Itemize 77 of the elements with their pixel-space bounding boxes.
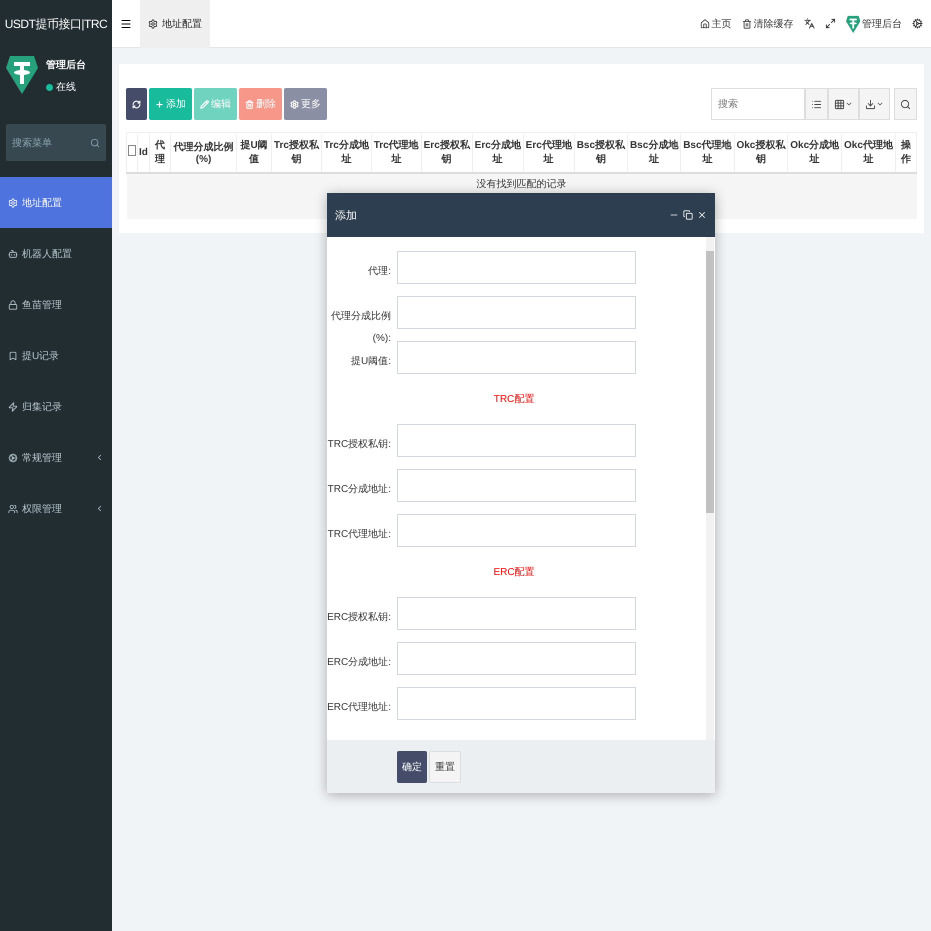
close-icon[interactable]	[697, 210, 707, 220]
menu-item-icon	[8, 300, 18, 310]
menu-item-icon	[8, 402, 18, 412]
delete-icon	[245, 100, 254, 108]
field-label: ERC代理地址:	[327, 700, 391, 715]
field-label: ERC授权私钥:	[327, 610, 391, 625]
sidebar-item[interactable]: 权限管理	[0, 483, 112, 534]
refresh-button[interactable]	[126, 88, 147, 120]
input-field[interactable]	[397, 687, 636, 720]
link-icon	[742, 18, 752, 28]
search-button[interactable]	[894, 88, 917, 120]
maximize-icon[interactable]	[683, 210, 693, 220]
language-icon[interactable]	[804, 18, 815, 29]
menu-item-icon	[8, 248, 18, 258]
select-all-checkbox[interactable]	[128, 145, 136, 156]
list-icon	[811, 98, 822, 110]
edit-icon	[200, 100, 209, 108]
columns-button[interactable]	[828, 88, 859, 120]
chevron-icon	[95, 453, 104, 462]
toggle-view-button[interactable]	[805, 88, 828, 120]
column-header: Id	[138, 132, 150, 172]
field-label: 提U阈值:	[350, 355, 391, 369]
menu-search-field[interactable]: 搜索菜单	[6, 124, 106, 161]
confirm-button[interactable]: 确定	[397, 750, 427, 782]
caret-icon	[876, 100, 884, 108]
gear-icon	[148, 18, 158, 28]
search-icon	[900, 98, 911, 110]
scrollbar[interactable]	[706, 237, 714, 740]
field-label: 代理:	[367, 265, 391, 279]
sidebar-item[interactable]: 鱼苗管理	[0, 279, 112, 330]
search-icon	[90, 138, 100, 148]
section-heading: TRC配置	[494, 394, 534, 405]
sidebar-item[interactable]: 归集记录	[0, 381, 112, 432]
field-label: TRC分成地址:	[327, 482, 391, 497]
export-button[interactable]	[859, 88, 890, 120]
section-heading: ERC配置	[493, 567, 535, 578]
header-link[interactable]: 主页	[700, 16, 732, 30]
menu-item-icon	[8, 350, 18, 360]
menu-item-icon	[8, 198, 18, 208]
input-field[interactable]	[397, 341, 636, 374]
chevron-icon	[95, 504, 104, 513]
user-name: 管理后台	[46, 58, 86, 72]
input-field[interactable]	[397, 597, 636, 630]
field-label: TRC代理地址:	[327, 528, 391, 542]
grid-icon	[834, 98, 845, 110]
download-icon	[865, 98, 876, 110]
reset-button[interactable]: 重置	[429, 750, 461, 782]
link-icon	[700, 18, 710, 28]
input-field[interactable]	[397, 424, 636, 457]
caret-icon	[845, 100, 853, 108]
input-field[interactable]	[397, 296, 636, 329]
menu-item-icon	[8, 452, 18, 462]
sidebar-item[interactable]: 地址配置	[0, 177, 112, 228]
input-field[interactable]	[397, 642, 636, 675]
field-label: TRC授权私钥:	[327, 438, 391, 452]
user-status: 在线	[56, 80, 76, 94]
sidebar-item[interactable]: 机器人配置	[0, 228, 112, 279]
tether-logo-icon	[846, 14, 860, 32]
search-field[interactable]: 搜索	[711, 88, 805, 120]
input-field[interactable]	[397, 251, 636, 284]
menu-item-icon	[8, 504, 18, 514]
input-field[interactable]	[397, 514, 636, 547]
tether-logo-icon	[6, 54, 38, 94]
add-icon	[155, 100, 164, 108]
input-field[interactable]	[397, 469, 636, 502]
fullscreen-icon[interactable]	[824, 18, 836, 29]
sidebar-item[interactable]: 提U记录	[0, 330, 112, 381]
menu-icon[interactable]	[120, 18, 132, 30]
admin-menu[interactable]: 管理后台	[846, 14, 902, 32]
field-label: 代理分成比例(%):	[330, 310, 391, 346]
field-label: ERC分成地址:	[327, 656, 391, 670]
more-icon	[290, 100, 299, 108]
header-link[interactable]: 清除缓存	[742, 16, 794, 30]
page-tab[interactable]: 地址配置	[140, 0, 210, 48]
settings-icon[interactable]	[912, 18, 923, 29]
sidebar-item[interactable]: 常规管理	[0, 432, 112, 483]
refresh-icon	[132, 100, 141, 108]
